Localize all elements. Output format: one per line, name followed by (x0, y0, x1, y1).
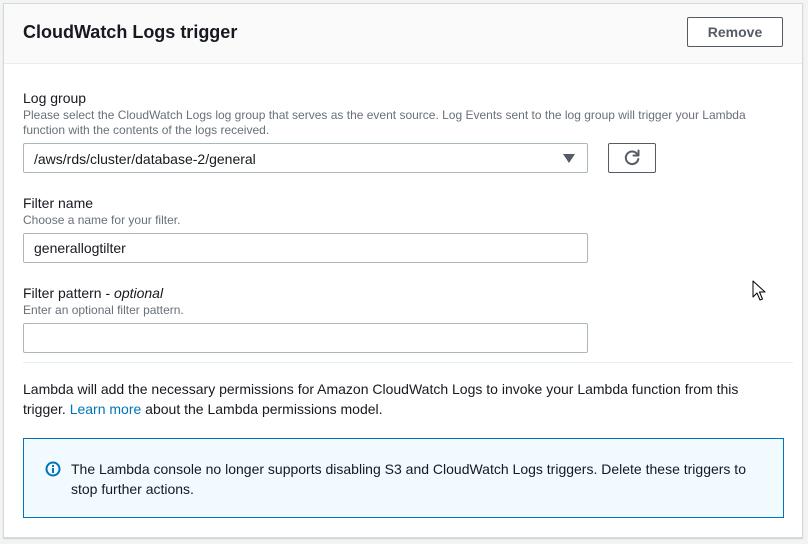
refresh-icon (624, 149, 640, 166)
log-group-description: Please select the CloudWatch Logs log gr… (23, 108, 746, 137)
log-group-select[interactable]: /aws/rds/cluster/database-2/general (23, 143, 588, 173)
optional-tag: optional (114, 285, 164, 301)
filter-pattern-label-text: Filter pattern - (23, 285, 115, 301)
filter-name-description: Choose a name for your filter. (23, 213, 181, 227)
remove-button[interactable]: Remove (687, 17, 783, 47)
refresh-button[interactable] (608, 143, 656, 173)
panel-title: CloudWatch Logs trigger (23, 22, 238, 42)
cloudwatch-trigger-panel: CloudWatch Logs trigger Remove Log group… (3, 3, 803, 538)
divider (23, 362, 793, 363)
filter-name-input[interactable] (23, 233, 588, 263)
filter-pattern-input[interactable] (23, 323, 588, 353)
log-group-selected-value: /aws/rds/cluster/database-2/general (34, 151, 256, 167)
info-alert: The Lambda console no longer supports di… (23, 438, 784, 518)
learn-more-link[interactable]: Learn more (70, 401, 142, 417)
filter-name-label: Filter name (23, 195, 94, 211)
filter-pattern-label: Filter pattern - optional (23, 285, 163, 301)
permissions-note: Lambda will add the necessary permission… (23, 379, 773, 419)
permissions-text-end: about the Lambda permissions model. (141, 401, 383, 417)
info-icon (45, 461, 61, 477)
mouse-cursor-icon (752, 280, 766, 301)
filter-pattern-description: Enter an optional filter pattern. (23, 303, 184, 317)
info-alert-text: The Lambda console no longer supports di… (71, 461, 746, 497)
panel-header: CloudWatch Logs trigger Remove (4, 4, 802, 64)
caret-down-icon (563, 154, 575, 163)
log-group-label: Log group (23, 90, 87, 106)
